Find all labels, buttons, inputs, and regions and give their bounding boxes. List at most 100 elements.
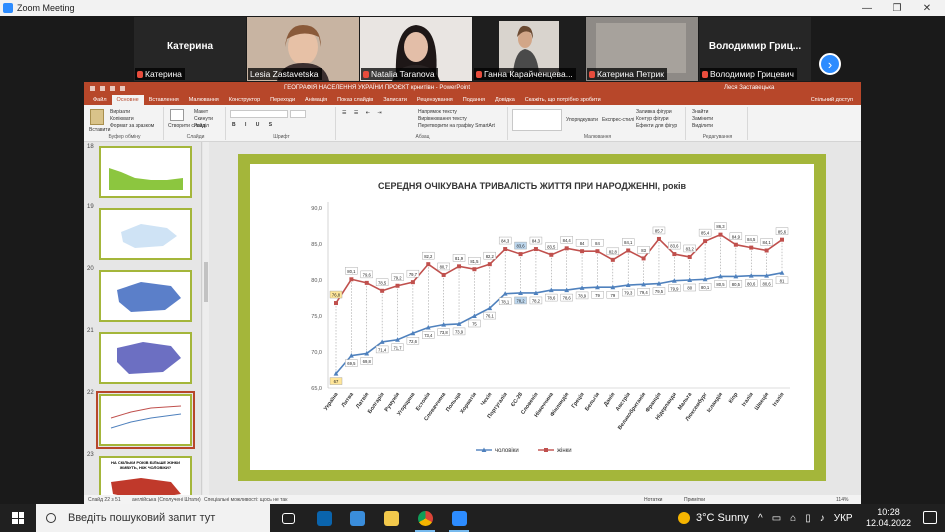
data-label: 80,7 <box>440 265 449 270</box>
share-button[interactable]: Спільний доступ <box>811 97 853 103</box>
camera-icon[interactable]: ▭ <box>772 513 781 524</box>
minimize-icon[interactable]: — <box>852 0 882 16</box>
tab-slideshow[interactable]: Показ слайдів <box>332 97 378 105</box>
next-page-button[interactable]: › <box>819 53 841 75</box>
save-icon[interactable] <box>90 85 95 91</box>
participant-name-tag: Natalia Taranova <box>361 68 438 80</box>
data-label: 80,1 <box>347 269 356 274</box>
slide-thumbnail[interactable] <box>99 270 192 322</box>
participant-tile[interactable]: Володимир Гриц... Володимир Грицевич <box>699 17 811 81</box>
tab-file[interactable]: Файл <box>88 97 112 105</box>
network-icon[interactable]: ⌂ <box>790 513 796 524</box>
data-label: 83,2 <box>686 247 695 252</box>
font-name-input[interactable] <box>230 110 288 118</box>
data-label: 83,5 <box>547 244 556 249</box>
tab-transitions[interactable]: Переходи <box>265 97 300 105</box>
format-painter-button[interactable]: Формат за зразком <box>110 123 154 129</box>
shape-fill-button[interactable]: Заливка фігури <box>636 109 672 115</box>
language-indicator[interactable]: УКР <box>834 513 853 524</box>
data-label: 78,5 <box>378 280 387 285</box>
tab-home[interactable]: Основне <box>111 95 144 105</box>
data-label: 79 <box>610 293 615 298</box>
notification-icon[interactable] <box>923 511 937 524</box>
cut-button[interactable]: Вирізати <box>110 109 130 115</box>
current-slide: СЕРЕДНЯ ОЧІКУВАНА ТРИВАЛІСТЬ ЖИТТЯ ПРИ Н… <box>238 154 826 481</box>
data-label: 78,1 <box>501 299 510 304</box>
ppt-title-bar: ГЕОГРАФІЯ НАСЕЛЕННЯ УКРАЇНИ ПРОЄКТ крнит… <box>84 82 861 94</box>
present-icon[interactable] <box>120 85 125 91</box>
data-label: 82,2 <box>486 254 495 259</box>
tab-animations[interactable]: Анімація <box>300 97 332 105</box>
participant-tile[interactable]: Natalia Taranova <box>360 17 472 81</box>
zoom-app-icon <box>3 3 13 13</box>
list-buttons[interactable]: ☰ ☰ ⇤ ⇥ <box>342 110 385 116</box>
comments-button[interactable]: Примітки <box>684 497 705 503</box>
muted-mic-icon <box>589 70 595 78</box>
data-label: 76,1 <box>486 314 495 319</box>
clock[interactable]: 10:28 12.04.2022 <box>866 507 911 529</box>
participant-tile[interactable]: Lesia Zastavetska <box>247 17 359 81</box>
task-view-icon[interactable] <box>274 508 302 528</box>
shapes-gallery[interactable] <box>512 109 562 131</box>
new-slide-icon[interactable] <box>170 109 184 121</box>
layout-button[interactable]: Макет <box>194 109 208 115</box>
accessibility-status[interactable]: Спеціальні можливості: щось не так <box>204 497 287 503</box>
tab-review[interactable]: Рецензування <box>412 97 458 105</box>
volume-icon[interactable]: ♪ <box>820 513 825 524</box>
redo-icon[interactable] <box>110 85 115 91</box>
align-text-button[interactable]: Вирівнювання тексту <box>418 116 467 122</box>
slide-thumbnail-selected[interactable] <box>96 391 195 449</box>
zoom-app-taskbar-icon[interactable] <box>445 508 473 532</box>
slide-thumbnail[interactable] <box>99 332 192 384</box>
replace-button[interactable]: Замінити <box>692 116 713 122</box>
notes-button[interactable]: Нотатки <box>644 497 662 503</box>
language-status[interactable]: англійська (Сполучені Штати) <box>132 497 201 503</box>
font-style-buttons[interactable]: B I U S <box>232 122 276 128</box>
shape-outline-button[interactable]: Контур фігури <box>636 116 668 122</box>
zoom-level[interactable]: 114% <box>836 497 848 503</box>
participant-tile[interactable]: Ганна Карайченцева... <box>473 17 585 81</box>
paste-button[interactable]: Вставити <box>89 127 110 133</box>
windows-start-icon[interactable] <box>12 512 24 524</box>
tab-view[interactable]: Подання <box>458 97 490 105</box>
undo-icon[interactable] <box>100 85 105 91</box>
smartart-button[interactable]: Перетворити на графіку SmartArt <box>418 123 495 129</box>
mail-app-icon[interactable] <box>310 508 338 528</box>
close-icon[interactable]: ✕ <box>912 0 942 16</box>
tab-help[interactable]: Довідка <box>490 97 520 105</box>
data-point <box>687 254 692 259</box>
participant-name-tag: Lesia Zastavetska <box>248 68 322 80</box>
participant-tile[interactable]: Катерина Петрик <box>586 17 698 81</box>
select-button[interactable]: Виділити <box>692 123 713 129</box>
slide-thumbnail[interactable] <box>99 146 192 198</box>
chrome-app-icon[interactable] <box>411 508 439 532</box>
file-explorer-icon[interactable] <box>377 508 405 528</box>
chevron-up-icon[interactable]: ^ <box>758 513 763 524</box>
find-button[interactable]: Знайти <box>692 109 708 115</box>
participant-tile[interactable]: Катерина Катерина <box>134 17 246 81</box>
store-app-icon[interactable] <box>343 508 371 528</box>
battery-icon[interactable]: ▯ <box>805 513 811 524</box>
x-tick-label: Литва <box>341 391 356 409</box>
tab-record[interactable]: Записати <box>378 97 412 105</box>
section-button[interactable]: Розділ <box>194 123 209 129</box>
taskbar-search[interactable]: Введіть пошуковий запит тут <box>36 504 270 532</box>
tab-draw[interactable]: Малювання <box>184 97 224 105</box>
tell-me-search[interactable]: Скажіть, що потрібно зробити <box>520 97 606 105</box>
quick-styles-button[interactable]: Експрес-стилі <box>602 117 634 123</box>
slide-thumbnail[interactable] <box>99 208 192 260</box>
weather-widget[interactable]: 3°C Sunny <box>678 504 749 532</box>
font-size-input[interactable] <box>290 110 306 118</box>
data-point <box>457 264 462 269</box>
shape-effects-button[interactable]: Ефекти для фігур <box>636 123 677 129</box>
tab-insert[interactable]: Вставлення <box>144 97 184 105</box>
reset-button[interactable]: Скинути <box>194 116 213 122</box>
paste-icon[interactable] <box>90 109 104 125</box>
tab-design[interactable]: Конструктор <box>224 97 265 105</box>
thumbs-scrollbar[interactable] <box>203 142 209 495</box>
text-direction-button[interactable]: Напрямок тексту <box>418 109 457 115</box>
arrange-button[interactable]: Упорядкувати <box>566 117 598 123</box>
user-name[interactable]: Леся Заставецька <box>724 85 774 91</box>
copy-button[interactable]: Копіювати <box>110 116 134 122</box>
restore-icon[interactable]: ❐ <box>882 0 912 16</box>
